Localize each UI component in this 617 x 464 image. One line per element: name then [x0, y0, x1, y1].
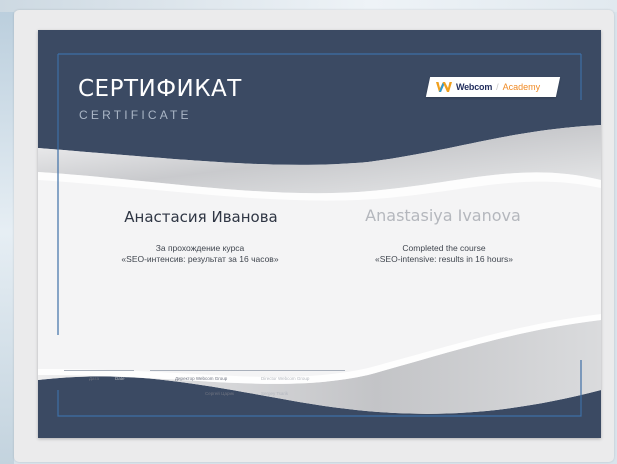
- recipient-name-ru: Анастасия Иванова: [124, 208, 278, 226]
- director-signature-line: [150, 370, 345, 371]
- director-name-en: Sergey Tsarik: [261, 391, 289, 396]
- course-description-en: Completed the course «SEO-intensive: res…: [314, 243, 574, 265]
- logo: Webcom / Academy: [436, 79, 540, 95]
- course-description-ru: За прохождение курса «SEO-интенсив: резу…: [70, 243, 330, 265]
- course-line-en-2: «SEO-intensive: results in 16 hours»: [375, 254, 513, 264]
- date-label-ru: Дата: [89, 376, 99, 381]
- certificate-title-en: CERTIFICATE: [79, 108, 192, 122]
- director-title-en: Director Webcom Group: [261, 376, 310, 381]
- logo-divider: /: [496, 82, 499, 92]
- webcom-w-logo-icon: [436, 82, 452, 92]
- certificate: СЕРТИФИКАТ CERTIFICATE Webcom / Academy …: [38, 30, 601, 438]
- logo-brand: Webcom: [456, 82, 493, 92]
- course-line-en-1: Completed the course: [402, 243, 486, 253]
- background-edge: [0, 0, 14, 464]
- logo-suffix: Academy: [502, 82, 541, 92]
- director-title-ru: Директор Webcom Group: [175, 376, 228, 381]
- course-line-ru-2: «SEO-интенсив: результат за 16 часов»: [121, 254, 279, 264]
- certificate-title-ru: СЕРТИФИКАТ: [78, 76, 242, 102]
- recipient-name-en: Anastasiya Ivanova: [365, 206, 521, 225]
- date-label-en: Date: [115, 376, 125, 381]
- director-name-ru: Сергей Царик: [205, 391, 234, 396]
- date-signature-line: [64, 370, 134, 371]
- course-line-ru-1: За прохождение курса: [155, 243, 245, 253]
